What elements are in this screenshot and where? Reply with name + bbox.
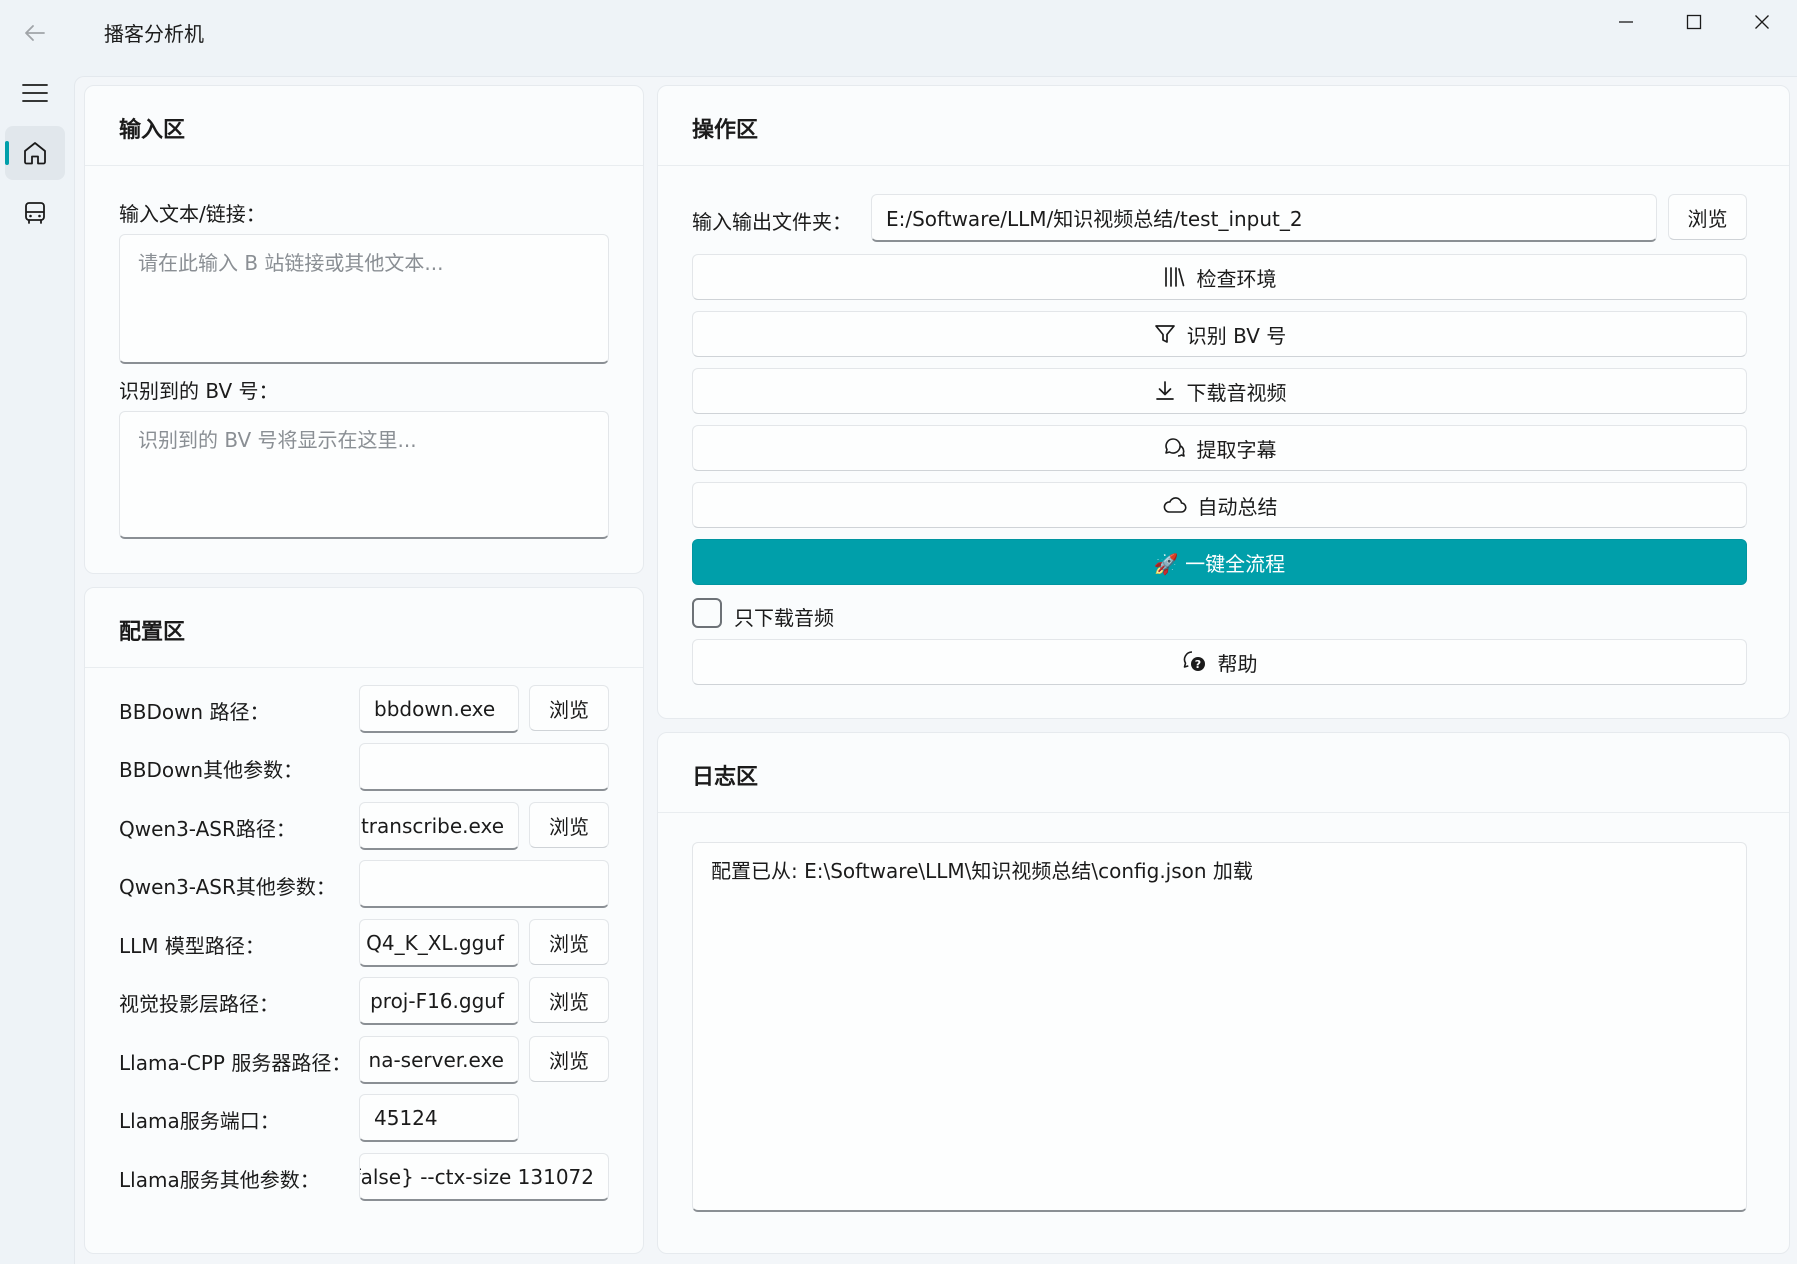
llm-model-label: LLM 模型路径： bbox=[119, 934, 265, 958]
asr-args-label: Qwen3-ASR其他参数： bbox=[119, 875, 336, 899]
llama-server-path-label: Llama-CPP 服务器路径： bbox=[119, 1051, 352, 1075]
mmproj-browse-button[interactable]: 浏览 bbox=[529, 977, 609, 1023]
config-card: 配置区 BBDown 路径： bbdown.exe 浏览 BBDown其他参数：… bbox=[84, 587, 644, 1254]
card-divider bbox=[85, 165, 643, 166]
nav-item-home[interactable] bbox=[5, 126, 65, 180]
title-bar: 播客分析机 bbox=[0, 0, 1797, 66]
hamburger-menu-icon bbox=[22, 84, 48, 102]
download-label: 下载音视频 bbox=[1186, 380, 1287, 405]
bv-output-field[interactable]: 识别到的 BV 号将显示在这里... bbox=[119, 411, 609, 539]
help-button[interactable]: ? 帮助 bbox=[692, 639, 1747, 685]
menu-toggle-button[interactable] bbox=[5, 66, 65, 120]
llama-server-browse-button[interactable]: 浏览 bbox=[529, 1036, 609, 1082]
svg-text:?: ? bbox=[1194, 658, 1200, 671]
back-button[interactable] bbox=[14, 12, 56, 54]
cloud-icon bbox=[1163, 497, 1187, 513]
config-card-title: 配置区 bbox=[119, 620, 186, 645]
log-card-title: 日志区 bbox=[692, 765, 759, 790]
folder-browse-button[interactable]: 浏览 bbox=[1668, 194, 1747, 240]
minimize-button[interactable] bbox=[1592, 0, 1660, 44]
folder-input[interactable]: E:/Software/LLM/知识视频总结/test_input_2 bbox=[871, 194, 1657, 242]
detect-bv-label: 识别 BV 号 bbox=[1186, 323, 1287, 348]
card-divider bbox=[658, 812, 1789, 813]
library-icon bbox=[1164, 267, 1184, 287]
ops-card-title: 操作区 bbox=[692, 118, 759, 143]
nav-active-indicator bbox=[5, 141, 9, 165]
input-card-title: 输入区 bbox=[119, 118, 186, 143]
download-button[interactable]: 下载音视频 bbox=[692, 368, 1747, 414]
mmproj-path-label: 视觉投影层路径： bbox=[119, 992, 279, 1016]
asr-args-input[interactable] bbox=[359, 860, 609, 908]
bbdown-path-input[interactable]: bbdown.exe bbox=[359, 685, 519, 733]
extract-subtitles-label: 提取字幕 bbox=[1196, 437, 1277, 462]
asr-path-input[interactable]: transcribe.exe bbox=[359, 802, 519, 850]
llama-server-path-input[interactable]: na-server.exe bbox=[359, 1036, 519, 1084]
audio-only-label: 只下载音频 bbox=[734, 606, 834, 630]
input-card: 输入区 输入文本/链接： 请在此输入 B 站链接或其他文本... 识别到的 BV… bbox=[84, 85, 644, 574]
llm-model-browse-button[interactable]: 浏览 bbox=[529, 919, 609, 965]
card-divider bbox=[658, 165, 1789, 166]
content-area: 输入区 输入文本/链接： 请在此输入 B 站链接或其他文本... 识别到的 BV… bbox=[74, 76, 1797, 1264]
text-input-field[interactable]: 请在此输入 B 站链接或其他文本... bbox=[119, 234, 609, 364]
audio-only-checkbox[interactable] bbox=[692, 598, 722, 628]
bus-icon bbox=[25, 202, 45, 224]
asr-browse-button[interactable]: 浏览 bbox=[529, 802, 609, 848]
app-title: 播客分析机 bbox=[104, 22, 204, 46]
download-icon bbox=[1155, 381, 1174, 400]
text-input-label: 输入文本/链接： bbox=[119, 202, 266, 226]
chat-bubbles-icon bbox=[1164, 438, 1185, 457]
asr-path-label: Qwen3-ASR路径： bbox=[119, 817, 296, 841]
bbdown-path-label: BBDown 路径： bbox=[119, 700, 270, 724]
extract-subtitles-button[interactable]: 提取字幕 bbox=[692, 425, 1747, 471]
filter-icon bbox=[1154, 325, 1175, 343]
maximize-button[interactable] bbox=[1660, 0, 1728, 44]
card-divider bbox=[85, 667, 643, 668]
llm-model-input[interactable]: Q4_K_XL.gguf bbox=[359, 919, 519, 967]
folder-label: 输入输出文件夹： bbox=[692, 210, 852, 234]
llama-port-label: Llama服务端口： bbox=[119, 1109, 280, 1133]
minimize-icon bbox=[1619, 21, 1633, 23]
llama-port-input[interactable]: 45124 bbox=[359, 1094, 519, 1142]
help-label: 帮助 bbox=[1217, 651, 1258, 676]
log-output[interactable]: 配置已从: E:\Software\LLM\知识视频总结\config.json… bbox=[692, 842, 1747, 1212]
check-env-button[interactable]: 检查环境 bbox=[692, 254, 1747, 300]
bbdown-args-input[interactable] bbox=[359, 743, 609, 791]
bbdown-args-label: BBDown其他参数： bbox=[119, 758, 304, 782]
close-icon bbox=[1755, 15, 1769, 29]
llama-args-input[interactable]: false} --ctx-size 131072 bbox=[359, 1153, 609, 1201]
auto-summary-label: 自动总结 bbox=[1197, 494, 1278, 519]
home-icon bbox=[24, 142, 46, 165]
bv-label: 识别到的 BV 号： bbox=[119, 379, 279, 403]
log-card: 日志区 配置已从: E:\Software\LLM\知识视频总结\config.… bbox=[657, 732, 1790, 1254]
help-chat-icon: ? bbox=[1183, 651, 1205, 671]
check-env-label: 检查环境 bbox=[1196, 266, 1277, 291]
ops-card: 操作区 输入输出文件夹： E:/Software/LLM/知识视频总结/test… bbox=[657, 85, 1790, 719]
detect-bv-button[interactable]: 识别 BV 号 bbox=[692, 311, 1747, 357]
maximize-icon bbox=[1686, 14, 1702, 30]
auto-summary-button[interactable]: 自动总结 bbox=[692, 482, 1747, 528]
mmproj-path-input[interactable]: proj-F16.gguf bbox=[359, 977, 519, 1025]
bbdown-browse-button[interactable]: 浏览 bbox=[529, 685, 609, 731]
back-arrow-icon bbox=[25, 25, 45, 41]
close-button[interactable] bbox=[1728, 0, 1796, 44]
nav-item-bus[interactable] bbox=[5, 186, 65, 240]
llama-args-label: Llama服务其他参数： bbox=[119, 1168, 320, 1192]
full-pipeline-button[interactable]: 🚀 一键全流程 bbox=[692, 539, 1747, 585]
